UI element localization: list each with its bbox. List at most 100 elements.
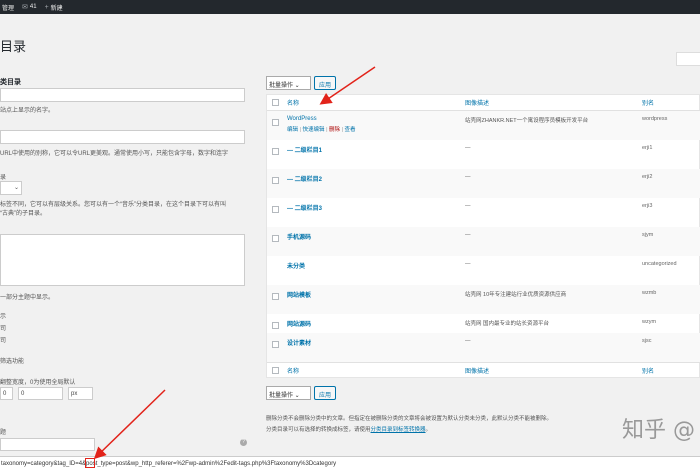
name-help: 站点上显示的名字。 <box>0 108 55 114</box>
chevron-down-icon: ⌄ <box>14 185 20 191</box>
quick-edit-link[interactable]: 快速编辑 <box>303 127 325 133</box>
footer-desc[interactable]: 图像描述 <box>465 366 489 375</box>
row-slug: sjym <box>642 232 654 238</box>
row-checkbox[interactable] <box>272 119 279 126</box>
new-menu[interactable]: + 新建 <box>45 3 63 12</box>
row-desc: — <box>465 232 471 238</box>
apply-button-bottom[interactable]: 应用 <box>314 386 337 400</box>
row-desc: — <box>465 145 471 151</box>
row-name-link[interactable]: WordPress <box>287 116 317 122</box>
new-label: 新建 <box>50 5 63 12</box>
search-input[interactable] <box>676 52 700 66</box>
row-checkbox[interactable] <box>272 177 279 184</box>
width-input-b[interactable]: 0 <box>18 387 63 400</box>
table-header: 名称 图像描述 别名 <box>267 95 700 111</box>
header-name[interactable]: 名称 <box>287 98 299 107</box>
row-desc: — <box>465 174 471 180</box>
row-slug: wordpress <box>642 116 668 122</box>
row-desc: 站壳网 10年专注建站行业优质资源供应商 <box>465 292 567 298</box>
footer-slug[interactable]: 别名 <box>642 366 654 375</box>
row-name-link[interactable]: — 二级栏目2 <box>287 174 322 183</box>
footer-name[interactable]: 名称 <box>287 366 299 375</box>
table-row: 网站模板 站壳网 10年专注建站行业优质资源供应商 wzmb <box>267 285 700 314</box>
table-row: — 二级栏目2 — erji2 <box>267 169 700 198</box>
description-textarea[interactable] <box>0 234 245 286</box>
table-row: 未分类 — uncategorized <box>267 256 700 285</box>
status-bar-url: taxonomy=category&tag_ID=4&post_type=pos… <box>0 456 700 470</box>
bulk-actions-select-bottom[interactable]: 批量操作 ⌄ <box>266 386 311 400</box>
table-row: 手机源码 — sjym <box>267 227 700 256</box>
plus-icon: + <box>44 3 49 11</box>
slug-field[interactable] <box>0 130 245 144</box>
row-name-link[interactable]: 设计素材 <box>287 338 311 347</box>
row-name-link[interactable]: 网站源码 <box>287 319 311 328</box>
apply-button[interactable]: 应用 <box>314 76 337 90</box>
bulk-actions-select[interactable]: 批量操作 ⌄ <box>266 76 311 90</box>
row-name-link[interactable]: — 二级栏目3 <box>287 203 322 212</box>
row-desc: — <box>465 261 471 267</box>
name-field[interactable] <box>0 88 245 102</box>
filter-label: 筛选功能 <box>0 359 25 365</box>
row-checkbox[interactable] <box>272 206 279 213</box>
comment-icon: ✉ <box>22 4 28 11</box>
bulk-label: 批量操作 <box>269 393 294 399</box>
option-2[interactable]: 司 <box>0 323 6 332</box>
width-label: 翻整宽度，0为使用全局默认 <box>0 380 76 386</box>
row-desc: 站壳网ZHANKR.NET一个寓设程序员模板开发平台 <box>465 118 589 124</box>
tablenav-bottom: 批量操作 ⌄ 应用 <box>266 386 337 400</box>
row-slug: erji1 <box>642 145 653 151</box>
width-input-a[interactable]: 0 <box>0 387 13 400</box>
row-name-link[interactable]: 网站模板 <box>287 290 311 299</box>
comments-menu[interactable]: ✉ 41 <box>22 3 37 11</box>
bottom-input[interactable] <box>0 438 95 451</box>
row-slug: wzym <box>642 319 657 325</box>
row-checkbox[interactable] <box>272 341 279 348</box>
row-slug: sjsc <box>642 338 652 344</box>
row-desc: — <box>465 338 471 344</box>
select-all-checkbox[interactable] <box>272 99 279 106</box>
help-icon[interactable]: ? <box>240 439 247 446</box>
delete-link[interactable]: 删除 <box>329 127 340 133</box>
bottom-label: 题 <box>0 430 7 436</box>
table-row: 设计素材 — sjsc <box>267 333 700 362</box>
option-3[interactable]: 司 <box>0 335 6 344</box>
row-name-link[interactable]: 未分类 <box>287 261 305 270</box>
site-label: 管理 <box>2 5 15 12</box>
table-row: WordPress 编辑 | 快速编辑 | 删除 | 查看 站壳网ZHANKR.… <box>267 111 700 140</box>
unit-value: px <box>71 391 78 397</box>
row-checkbox[interactable] <box>272 293 279 300</box>
row-desc: 站壳网 国内最专业的站长资源平台 <box>465 321 550 327</box>
add-category-title: 类目录 <box>0 79 21 86</box>
site-menu[interactable]: 管理 <box>2 3 14 12</box>
converter-link[interactable]: 分类目录到标签转换器 <box>371 427 426 433</box>
row-checkbox[interactable] <box>272 148 279 155</box>
header-desc[interactable]: 图像描述 <box>465 98 489 107</box>
note-suffix: 。 <box>425 427 432 433</box>
row-slug: erji2 <box>642 174 653 180</box>
row-checkbox[interactable] <box>272 235 279 242</box>
bulk-label: 批量操作 <box>269 83 294 89</box>
view-link[interactable]: 查看 <box>345 127 356 133</box>
row-name-link[interactable]: — 二级栏目1 <box>287 145 322 154</box>
edit-link[interactable]: 编辑 <box>287 127 298 133</box>
admin-bar: 管理 ✉ 41 + 新建 <box>0 0 700 14</box>
row-desc: — <box>465 203 471 209</box>
parent-select[interactable]: ⌄ <box>0 181 22 195</box>
table-row: — 二级栏目3 — erji3 <box>267 198 700 227</box>
comments-count: 41 <box>29 4 37 10</box>
unit-select[interactable]: px <box>68 387 93 400</box>
tablenav-top: 批量操作 ⌄ 应用 <box>266 76 337 90</box>
page-title: 目录 <box>0 40 27 55</box>
parent-help-2: “古典”的子目录。 <box>0 211 46 217</box>
table-footer: 名称 图像描述 别名 <box>267 362 700 378</box>
parent-help-1: 标签不同，它可以有层级关系。您可以有一个“音乐”分类目录，在这个目录下可以有叫 <box>0 202 226 208</box>
row-checkbox[interactable] <box>272 322 279 329</box>
parent-label: 录 <box>0 175 7 181</box>
row-name-link[interactable]: 手机源码 <box>287 232 311 241</box>
row-slug: wzmb <box>642 290 657 296</box>
row-slug: erji3 <box>642 203 653 209</box>
header-slug[interactable]: 别名 <box>642 98 654 107</box>
option-1[interactable]: 示 <box>0 311 6 320</box>
select-all-checkbox-bottom[interactable] <box>272 367 279 374</box>
row-slug: uncategorized <box>642 261 677 267</box>
